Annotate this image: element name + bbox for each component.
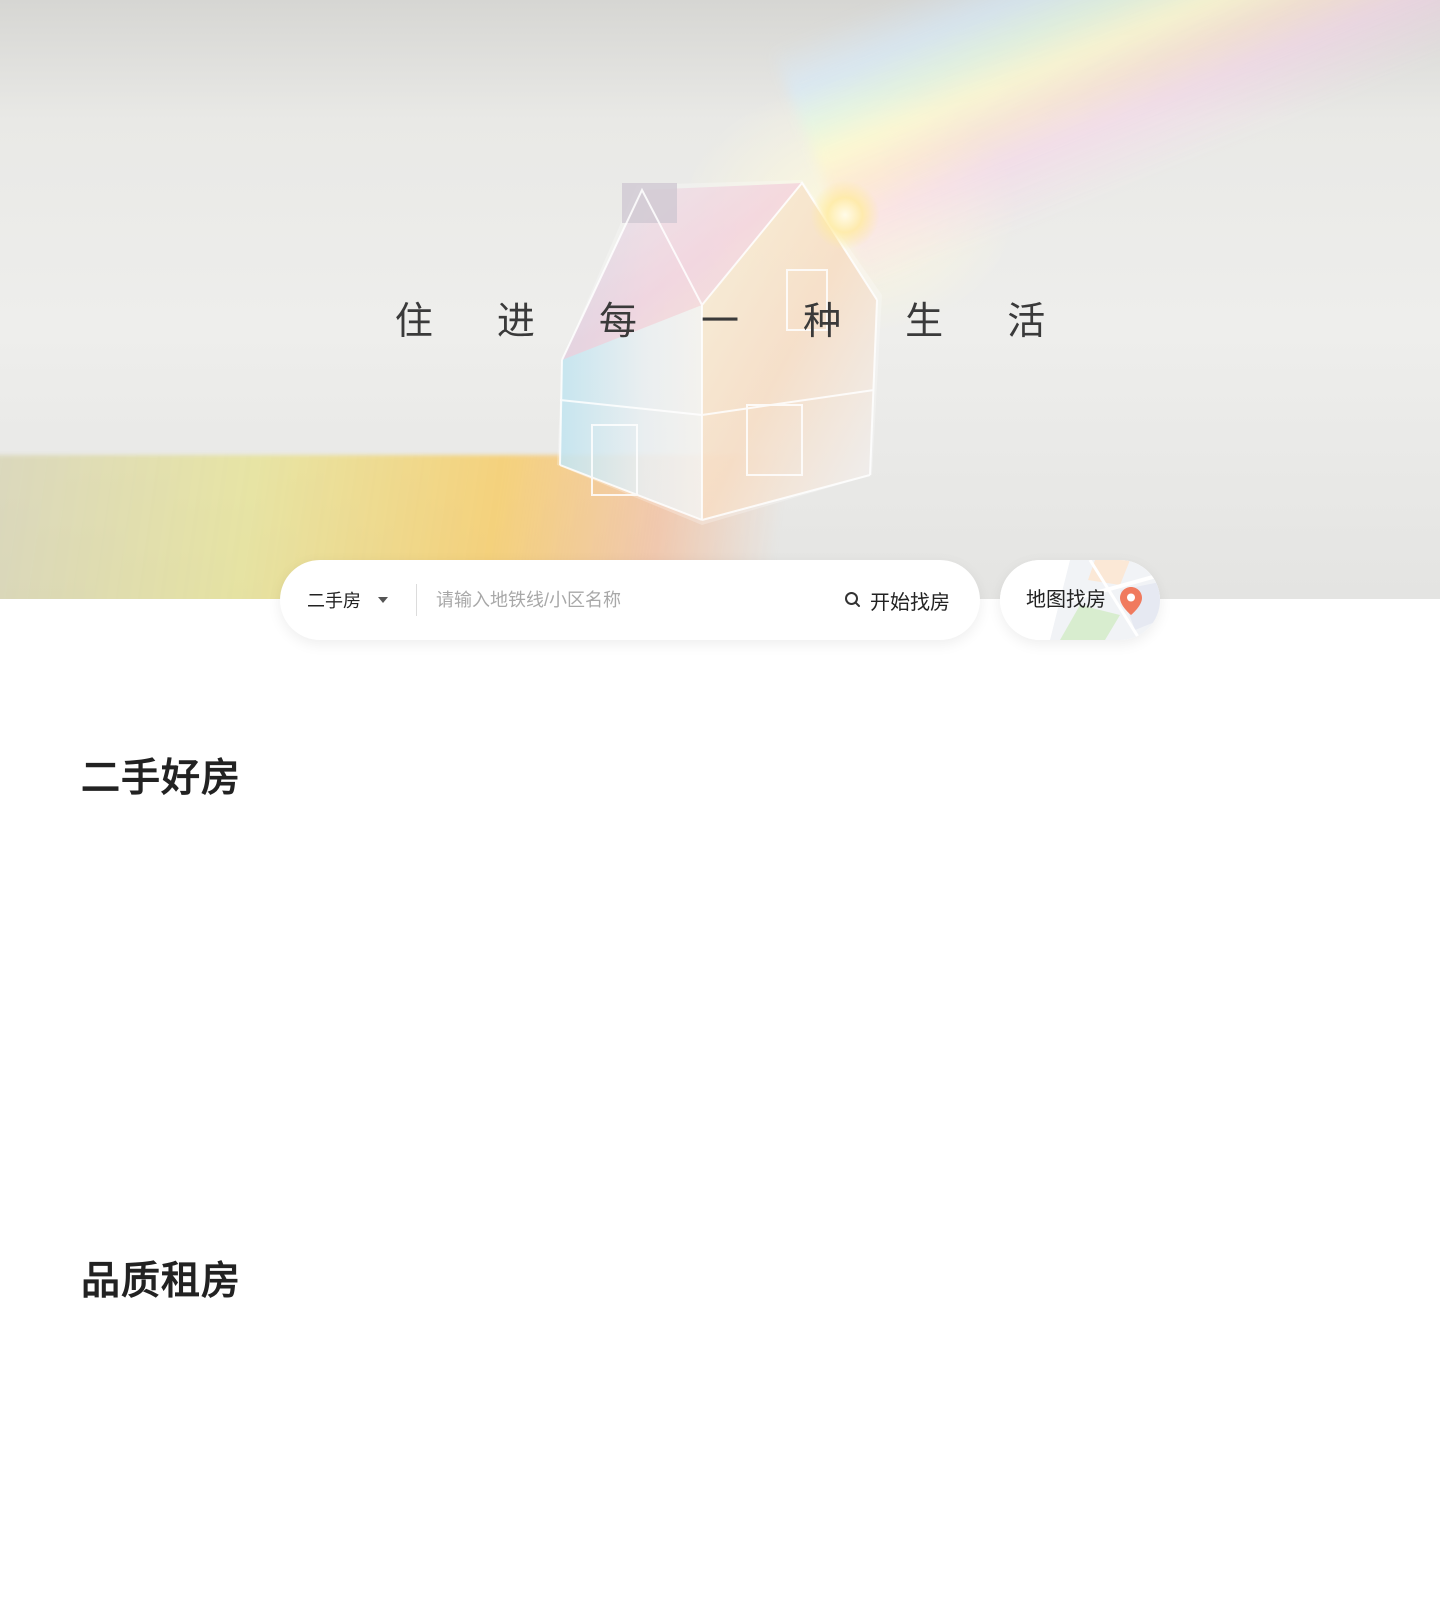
search-bar: 二手房 开始找房 — [280, 560, 980, 640]
caret-down-icon — [378, 597, 388, 603]
search-icon — [845, 592, 860, 607]
section-title-secondhand: 二手好房 — [81, 757, 242, 800]
map-search-button[interactable]: 地图找房 — [1000, 560, 1160, 640]
search-button-label: 开始找房 — [870, 591, 950, 614]
search-input[interactable] — [417, 560, 834, 640]
search-button[interactable]: 开始找房 — [834, 560, 980, 640]
map-pin-icon — [1120, 587, 1142, 615]
hero-banner: 住 进 每 一 种 生 活 — [0, 0, 1440, 599]
hero-light-flare — [810, 180, 880, 250]
map-search-label: 地图找房 — [1026, 589, 1106, 611]
property-type-label: 二手房 — [307, 591, 361, 611]
section-title-rental: 品质租房 — [81, 1260, 242, 1303]
hero-slogan: 住 进 每 一 种 生 活 — [394, 299, 1072, 343]
property-type-dropdown[interactable]: 二手房 — [280, 560, 416, 640]
